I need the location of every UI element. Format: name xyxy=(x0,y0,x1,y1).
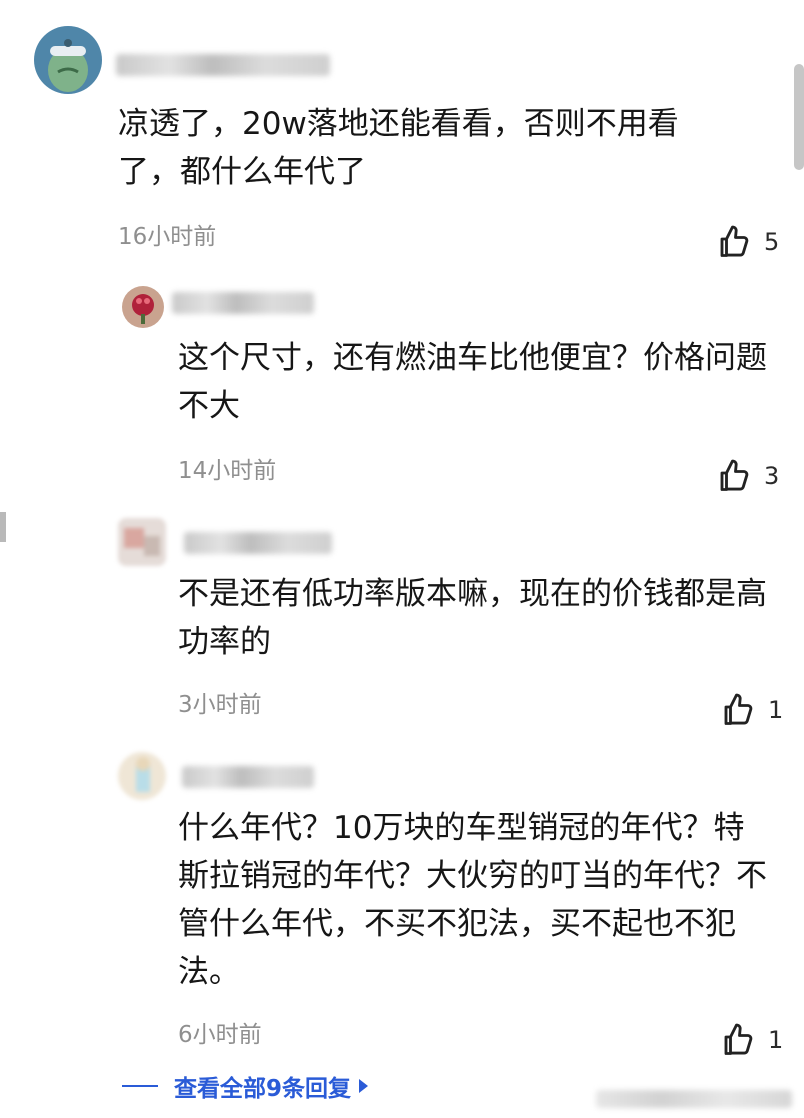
username-blurred xyxy=(184,532,332,554)
thumbs-up-icon xyxy=(720,459,749,491)
like-count: 3 xyxy=(764,462,780,490)
scrollbar[interactable] xyxy=(794,64,804,170)
like-button[interactable]: 1 xyxy=(720,690,783,730)
view-all-replies-label: 查看全部9条回复 xyxy=(174,1076,352,1102)
avatar-image xyxy=(34,26,102,94)
timestamp: 3小时前 xyxy=(178,692,262,718)
like-button[interactable]: 3 xyxy=(716,456,779,496)
avatar-image xyxy=(122,286,164,328)
like-button[interactable]: 5 xyxy=(716,222,779,262)
thumbs-up-icon xyxy=(724,693,753,725)
edge-marker xyxy=(0,512,6,542)
divider-line xyxy=(122,1085,158,1087)
comment-text: 不是还有低功率版本嘛，现在的价钱都是高功率的 xyxy=(178,576,767,660)
like-count: 5 xyxy=(764,228,780,256)
timestamp: 16小时前 xyxy=(118,224,217,250)
comment-text: 这个尺寸，还有燃油车比他便宜？价格问题不大 xyxy=(178,340,767,424)
timestamp: 6小时前 xyxy=(178,1022,262,1048)
avatar-image xyxy=(118,752,166,800)
thumbs-up-icon xyxy=(724,1023,753,1055)
avatar[interactable] xyxy=(34,26,102,94)
avatar[interactable] xyxy=(118,518,166,566)
username-blurred xyxy=(116,54,330,76)
watermark-blurred xyxy=(596,1090,792,1108)
thumbs-up-icon xyxy=(720,225,749,257)
avatar-image xyxy=(118,518,166,566)
username-blurred xyxy=(182,766,314,788)
comment-text: 什么年代？10万块的车型销冠的年代？特斯拉销冠的年代？大伙穷的叮当的年代？不管什… xyxy=(178,810,767,990)
right-triangle-icon xyxy=(359,1079,369,1093)
timestamp: 14小时前 xyxy=(178,458,277,484)
like-count: 1 xyxy=(768,696,784,724)
view-all-replies-link[interactable]: 查看全部9条回复 xyxy=(122,1068,369,1104)
comment-text: 凉透了，20w落地还能看看，否则不用看了，都什么年代了 xyxy=(118,106,679,190)
like-button[interactable]: 1 xyxy=(720,1020,783,1060)
avatar[interactable] xyxy=(122,286,164,328)
username-blurred xyxy=(172,292,314,314)
avatar[interactable] xyxy=(118,752,166,800)
like-count: 1 xyxy=(768,1026,784,1054)
